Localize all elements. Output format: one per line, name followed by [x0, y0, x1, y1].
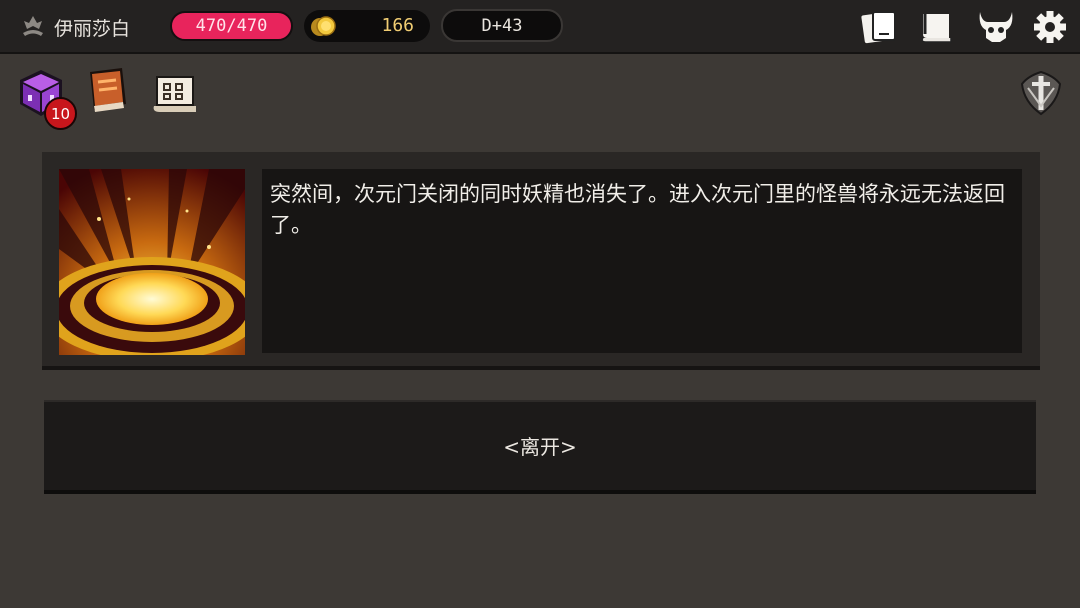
top-bar: 伊丽莎白 470/470 166 D+43: [0, 0, 1080, 54]
hp-value: 470/470: [195, 16, 268, 36]
leave-button-label: <离开>: [503, 434, 577, 459]
event-text-box: 突然间，次元门关闭的同时妖精也消失了。进入次元门里的怪兽将永远无法返回了。: [262, 169, 1022, 353]
day-counter: D+43: [441, 9, 563, 42]
cards-icon[interactable]: [859, 8, 899, 46]
hp-bar: 470/470: [170, 11, 293, 41]
gear-icon[interactable]: [1030, 8, 1070, 46]
day-value: D+43: [481, 15, 523, 36]
gold-counter: 166: [304, 10, 430, 42]
event-panel: 突然间，次元门关闭的同时妖精也消失了。进入次元门里的怪兽将永远无法返回了。: [42, 152, 1040, 370]
leave-button[interactable]: <离开>: [44, 400, 1036, 494]
scroll-map-icon[interactable]: [917, 8, 957, 46]
player-name: 伊丽莎白: [54, 18, 131, 40]
sword-shield-icon[interactable]: [1014, 66, 1068, 120]
event-description: 突然间，次元门关闭的同时妖精也消失了。进入次元门里的怪兽将永远无法返回了。: [270, 182, 1005, 237]
spellbook-icon[interactable]: [82, 64, 136, 118]
cube-count-badge: 10: [44, 97, 77, 130]
gold-value: 166: [381, 15, 414, 36]
gold-coin-icon: [311, 16, 336, 36]
rune-scroll-icon[interactable]: [148, 66, 202, 120]
cube-count: 10: [50, 104, 71, 123]
class-emblem-icon: [23, 16, 43, 36]
demon-skull-icon[interactable]: [976, 8, 1016, 46]
glowing-portal-image: [59, 169, 245, 355]
